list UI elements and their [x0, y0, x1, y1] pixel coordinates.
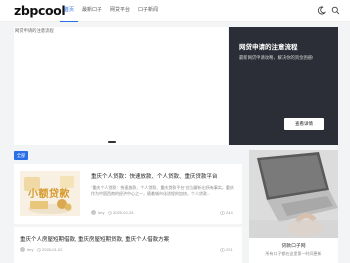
- main-nav: 首页 最新口子 网贷平台 口子新闻: [60, 0, 162, 22]
- thumbnail-text: 小额贷款: [28, 189, 70, 200]
- hero-image-alt: 网贷申请的注意流程: [15, 28, 54, 33]
- clock-icon: [108, 210, 112, 215]
- article-title[interactable]: 重庆个人贷款：快速放款、个人贷款、重庆贷款平台: [91, 172, 218, 180]
- sidebar-card-desc: 所有口子都在这里第一时间更新: [265, 251, 322, 256]
- moon-icon[interactable]: [317, 6, 326, 15]
- hero-panel-desc: 最新网贷申请攻略，解决你的资金困惑!: [239, 55, 314, 60]
- nav-item-home[interactable]: 首页: [60, 0, 79, 22]
- article-title[interactable]: 重庆个人房屋短期借款, 重庆房屋短期贷款, 重庆个人借款方案: [20, 235, 169, 243]
- article-thumbnail[interactable]: 小额贷款: [20, 171, 80, 216]
- article-author[interactable]: lery: [98, 210, 104, 215]
- author-avatar: [20, 247, 25, 252]
- nav-item-platforms[interactable]: 网贷平台: [106, 0, 134, 22]
- category-tag-all[interactable]: 全部: [14, 151, 28, 160]
- hero-image[interactable]: 网贷申请的注意流程: [14, 27, 228, 145]
- search-icon[interactable]: [331, 6, 340, 15]
- article-date: 2025-02-24: [113, 210, 134, 215]
- article-author[interactable]: lery: [27, 247, 33, 252]
- nav-item-news[interactable]: 口子新闻: [134, 0, 162, 22]
- sidebar-card-title[interactable]: 贷款口子网: [249, 242, 338, 249]
- article-card[interactable]: 小额贷款 重庆个人贷款：快速放款、个人贷款、重庆贷款平台 "重庆个人贷款：快速放…: [14, 164, 242, 224]
- carousel-indicator[interactable]: [108, 141, 116, 143]
- article-views: 221: [226, 247, 233, 252]
- nav-item-latest[interactable]: 最新口子: [78, 0, 106, 22]
- sidebar-image[interactable]: [249, 150, 338, 238]
- site-logo[interactable]: zbpcool: [14, 3, 66, 18]
- article-date: 2025-01-02: [42, 247, 63, 252]
- eye-icon: [220, 210, 225, 215]
- hero-panel: 网贷申请的注意流程 最新网贷申请攻略，解决你的资金困惑! 查看详情: [229, 27, 338, 145]
- article-card[interactable]: 重庆个人房屋短期借款, 重庆房屋短期贷款, 重庆个人借款方案 lery 2025…: [14, 227, 242, 263]
- article-views: 244: [226, 210, 233, 215]
- eye-icon: [220, 247, 225, 252]
- author-avatar: [91, 210, 96, 215]
- view-details-button[interactable]: 查看详情: [284, 118, 324, 130]
- sidebar-promo-card[interactable]: 贷款口子网 所有口子都在这里第一时间更新: [249, 150, 338, 263]
- hero-panel-title: 网贷申请的注意流程: [239, 44, 298, 51]
- clock-icon: [37, 247, 41, 252]
- article-excerpt: "重庆个人贷款：快速放款、个人贷款、重庆贷款平台"应当解析出所有事实。重庆作为中…: [91, 185, 234, 196]
- site-header: zbpcool 首页 最新口子 网贷平台 口子新闻: [0, 0, 350, 22]
